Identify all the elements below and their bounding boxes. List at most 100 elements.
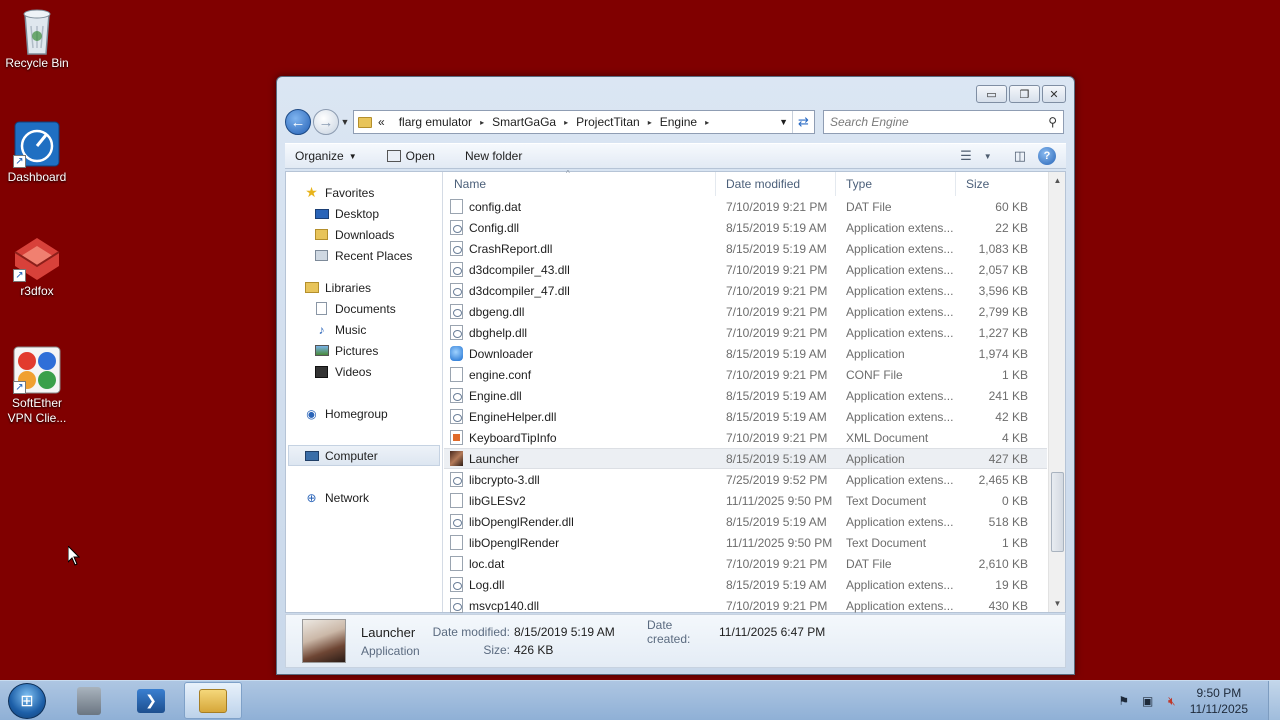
file-row[interactable]: Engine.dll 8/15/2019 5:19 AM Application e… — [444, 385, 1047, 406]
file-size-cell: 518 KB — [988, 514, 1028, 529]
breadcrumb-item[interactable]: Engine — [660, 115, 697, 129]
network-icon[interactable]: ▣ — [1140, 693, 1156, 709]
nav-computer[interactable]: Computer — [288, 445, 440, 466]
column-header-type[interactable]: Type — [836, 172, 956, 196]
search-icon[interactable]: ⚲ — [1048, 115, 1057, 129]
desktop-icon-dashboard[interactable]: ↗ Dashboard — [0, 120, 74, 185]
nav-favorites[interactable]: ★ Favorites — [286, 182, 442, 203]
nav-label: Music — [335, 322, 367, 337]
nav-libraries[interactable]: Libraries — [286, 277, 442, 298]
file-row[interactable]: libcrypto-3.dll 7/25/2019 9:52 PM Applicat… — [444, 469, 1047, 490]
search-input[interactable] — [830, 115, 1030, 129]
file-row[interactable]: engine.conf 7/10/2019 9:21 PM CONF File 1 K… — [444, 364, 1047, 385]
column-header-name[interactable]: Name ^ — [444, 169, 716, 196]
file-row[interactable]: Launcher 8/15/2019 5:19 AM Application 427 … — [444, 448, 1047, 469]
breadcrumb-item[interactable]: SmartGaGa — [492, 115, 556, 129]
file-date-cell: 7/10/2019 9:21 PM — [726, 556, 828, 571]
nav-videos[interactable]: Videos — [286, 361, 442, 382]
powershell-icon: ❯ — [137, 688, 165, 713]
file-row[interactable]: libOpenglRender.dll 8/15/2019 5:19 AM Appl… — [444, 511, 1047, 532]
minimize-button[interactable]: ▭ — [976, 85, 1007, 103]
change-view-icon[interactable]: ☰ — [960, 148, 972, 164]
file-type-cell: Application extens... — [846, 220, 954, 235]
clock[interactable]: 9:50 PM 11/11/2025 — [1190, 685, 1248, 717]
breadcrumb-separator-icon[interactable]: ▸ — [480, 118, 484, 127]
details-file-kind: Application — [361, 643, 420, 658]
vertical-scrollbar[interactable]: ▲ ▼ — [1048, 172, 1065, 612]
file-row[interactable]: Config.dll 8/15/2019 5:19 AM Application e… — [444, 217, 1047, 238]
file-size-cell: 1,227 KB — [978, 325, 1028, 340]
column-header-date[interactable]: Date modified — [716, 172, 836, 196]
file-row[interactable]: d3dcompiler_47.dll 7/10/2019 9:21 PM Appli… — [444, 280, 1047, 301]
start-button[interactable]: ⊞ — [8, 683, 46, 719]
desktop-icon-label: SoftEther VPN Clie... — [7, 396, 67, 425]
file-row[interactable]: libGLESv2 11/11/2025 9:50 PM Text Document… — [444, 490, 1047, 511]
breadcrumb-item[interactable]: flarg emulator — [399, 115, 472, 129]
nav-documents[interactable]: Documents — [286, 298, 442, 319]
nav-network[interactable]: ⊕ Network — [286, 487, 442, 508]
breadcrumb-separator-icon[interactable]: ▸ — [705, 118, 709, 127]
scroll-down-icon[interactable]: ▼ — [1049, 595, 1066, 612]
nav-music[interactable]: ♪ Music — [286, 319, 442, 340]
forward-button[interactable]: → — [313, 109, 339, 135]
file-row[interactable]: config.dat 7/10/2019 9:21 PM DAT File 60 KB — [444, 196, 1047, 217]
file-row[interactable]: dbghelp.dll 7/10/2019 9:21 PM Application … — [444, 322, 1047, 343]
file-date-cell: 8/15/2019 5:19 AM — [726, 388, 827, 403]
nav-label: Homegroup — [325, 406, 388, 421]
file-row[interactable]: EngineHelper.dll 8/15/2019 5:19 AM Applica… — [444, 406, 1047, 427]
taskbar-server-manager[interactable] — [60, 682, 118, 719]
file-row[interactable]: CrashReport.dll 8/15/2019 5:19 AM Applicat… — [444, 238, 1047, 259]
scroll-up-icon[interactable]: ▲ — [1049, 172, 1066, 189]
nav-pictures[interactable]: Pictures — [286, 340, 442, 361]
file-row[interactable]: Downloader 8/15/2019 5:19 AM Application 1,… — [444, 343, 1047, 364]
desktop-icon-softether[interactable]: ↗ SoftEther VPN Clie... — [0, 346, 74, 426]
preview-pane-icon[interactable]: ◫ — [1014, 148, 1026, 164]
file-row[interactable]: libOpenglRender 11/11/2025 9:50 PM Text Do… — [444, 532, 1047, 553]
desktop-icon-r3dfox[interactable]: ↗ r3dfox — [0, 234, 74, 299]
breadcrumb-separator-icon[interactable]: ▸ — [564, 118, 568, 127]
column-header-size[interactable]: Size — [956, 172, 1034, 196]
organize-button[interactable]: Organize ▼ — [295, 149, 357, 163]
show-desktop-button[interactable] — [1268, 681, 1280, 720]
restore-icon: ❐ — [1019, 88, 1030, 101]
nav-downloads[interactable]: Downloads — [286, 224, 442, 245]
breadcrumb-item[interactable]: ProjectTitan — [576, 115, 640, 129]
new-folder-button[interactable]: New folder — [465, 149, 522, 163]
maximize-button[interactable]: ❐ — [1009, 85, 1040, 103]
file-row[interactable]: d3dcompiler_43.dll 7/10/2019 9:21 PM Appli… — [444, 259, 1047, 280]
file-name: Downloader — [469, 346, 534, 361]
nav-homegroup[interactable]: ◉ Homegroup — [286, 403, 442, 424]
chevron-down-icon[interactable]: ▼ — [984, 152, 992, 161]
open-button[interactable]: Open — [386, 149, 435, 163]
file-dll-icon — [450, 241, 463, 256]
volume-muted-icon[interactable]: 🔇︎ — [1164, 693, 1180, 709]
taskbar-powershell[interactable]: ❯ — [122, 682, 180, 719]
file-row[interactable]: KeyboardTipInfo 7/10/2019 9:21 PM XML Docu… — [444, 427, 1047, 448]
file-size-cell: 4 KB — [1001, 430, 1028, 445]
file-row[interactable]: dbgeng.dll 7/10/2019 9:21 PM Application e… — [444, 301, 1047, 322]
explorer-body: ★ Favorites Desktop Downloads Recent Pla… — [285, 169, 1066, 616]
file-type-cell: Application extens... — [846, 304, 954, 319]
nav-desktop[interactable]: Desktop — [286, 203, 442, 224]
breadcrumb-separator-icon[interactable]: ▸ — [648, 118, 652, 127]
close-button[interactable]: ✕ — [1042, 85, 1066, 103]
action-center-flag-icon[interactable]: ⚑ — [1116, 693, 1132, 709]
refresh-button[interactable]: ⇄ — [792, 111, 814, 133]
size-value: 426 KB — [514, 643, 554, 657]
nav-recent-places[interactable]: Recent Places — [286, 245, 442, 266]
desktop-icon-recycle-bin[interactable]: Recycle Bin — [0, 6, 74, 71]
breadcrumb-overflow[interactable]: « — [378, 115, 385, 129]
file-name-cell: dbghelp.dll — [444, 325, 716, 340]
back-button[interactable]: ← — [285, 109, 311, 135]
file-date-cell: 7/10/2019 9:21 PM — [726, 367, 828, 382]
taskbar-explorer[interactable] — [184, 682, 242, 719]
recent-pages-dropdown[interactable]: ▼ — [339, 117, 351, 127]
file-row[interactable]: msvcp140.dll 7/10/2019 9:21 PM Application… — [444, 595, 1047, 616]
help-icon[interactable]: ? — [1038, 147, 1056, 165]
scroll-thumb[interactable] — [1051, 472, 1064, 552]
file-date-cell: 8/15/2019 5:19 AM — [726, 514, 827, 529]
address-bar[interactable]: « flarg emulator ▸ SmartGaGa ▸ ProjectTi… — [353, 110, 815, 134]
file-row[interactable]: Log.dll 8/15/2019 5:19 AM Application exte… — [444, 574, 1047, 595]
address-dropdown-icon[interactable]: ▼ — [779, 117, 788, 127]
file-row[interactable]: loc.dat 7/10/2019 9:21 PM DAT File 2,610 KB — [444, 553, 1047, 574]
